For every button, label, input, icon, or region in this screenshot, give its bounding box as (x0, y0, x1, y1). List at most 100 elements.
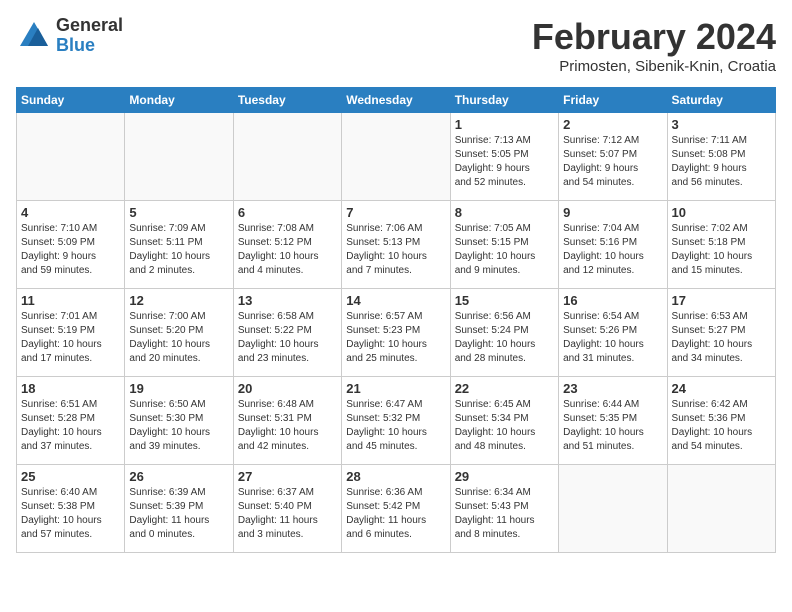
logo-text: General Blue (56, 16, 123, 56)
day-number: 28 (346, 469, 445, 484)
day-info: Sunrise: 7:06 AM Sunset: 5:13 PM Dayligh… (346, 222, 445, 278)
day-number: 16 (563, 293, 662, 308)
calendar-cell (17, 113, 125, 201)
day-info: Sunrise: 7:04 AM Sunset: 5:16 PM Dayligh… (563, 222, 662, 278)
calendar-cell: 22Sunrise: 6:45 AM Sunset: 5:34 PM Dayli… (450, 377, 558, 465)
calendar-cell: 16 Sunrise: 6:54 AM Sunset: 5:26 PM Dayli… (559, 289, 667, 377)
day-info: Sunrise: 7:00 AM Sunset: 5:20 PM Dayligh… (129, 310, 228, 366)
day-info: Sunrise: 7:11 AM Sunset: 5:08 PM Dayligh… (672, 134, 771, 190)
day-info: Sunrise: 7:08 AM Sunset: 5:12 PM Dayligh… (238, 222, 337, 278)
day-number: 12 (129, 293, 228, 308)
day-info: Sunrise: 6:50 AM Sunset: 5:30 PM Dayligh… (129, 398, 228, 454)
calendar-cell: 8 Sunrise: 7:05 AM Sunset: 5:15 PM Daylig… (450, 201, 558, 289)
header-cell-thursday: Thursday (450, 88, 558, 113)
header-cell-friday: Friday (559, 88, 667, 113)
day-number: 14 (346, 293, 445, 308)
day-info: Sunrise: 6:53 AM Sunset: 5:27 PM Dayligh… (672, 310, 771, 366)
day-number: 9 (563, 205, 662, 220)
day-number: 15 (455, 293, 554, 308)
calendar-cell: 13 Sunrise: 6:58 AM Sunset: 5:22 PM Dayli… (233, 289, 341, 377)
day-number: 1 (455, 117, 554, 132)
day-number: 22 (455, 381, 554, 396)
day-number: 24 (672, 381, 771, 396)
day-info: Sunrise: 6:56 AM Sunset: 5:24 PM Dayligh… (455, 310, 554, 366)
day-info: Sunrise: 6:48 AM Sunset: 5:31 PM Dayligh… (238, 398, 337, 454)
calendar-cell: 21 Sunrise: 6:47 AM Sunset: 5:32 PM Dayli… (342, 377, 450, 465)
calendar-cell: 12 Sunrise: 7:00 AM Sunset: 5:20 PM Dayli… (125, 289, 233, 377)
calendar-cell (667, 465, 775, 553)
day-number: 20 (238, 381, 337, 396)
header-cell-monday: Monday (125, 88, 233, 113)
calendar-header: SundayMondayTuesdayWednesdayThursdayFrid… (17, 88, 776, 113)
header-row: SundayMondayTuesdayWednesdayThursdayFrid… (17, 88, 776, 113)
day-info: Sunrise: 7:09 AM Sunset: 5:11 PM Dayligh… (129, 222, 228, 278)
calendar-cell (342, 113, 450, 201)
calendar-cell: 18 Sunrise: 6:51 AM Sunset: 5:28 PM Dayli… (17, 377, 125, 465)
day-info: Sunrise: 7:12 AM Sunset: 5:07 PM Dayligh… (563, 134, 662, 190)
day-number: 8 (455, 205, 554, 220)
calendar-cell: 7 Sunrise: 7:06 AM Sunset: 5:13 PM Daylig… (342, 201, 450, 289)
day-info: Sunrise: 7:01 AM Sunset: 5:19 PM Dayligh… (21, 310, 120, 366)
calendar-table: SundayMondayTuesdayWednesdayThursdayFrid… (16, 87, 776, 553)
calendar-cell: 15 Sunrise: 6:56 AM Sunset: 5:24 PM Dayli… (450, 289, 558, 377)
calendar-cell: 26Sunrise: 6:39 AM Sunset: 5:39 PM Dayli… (125, 465, 233, 553)
calendar-cell: 25 Sunrise: 6:40 AM Sunset: 5:38 PM Dayli… (17, 465, 125, 553)
day-info: Sunrise: 6:54 AM Sunset: 5:26 PM Dayligh… (563, 310, 662, 366)
calendar-cell: 24 Sunrise: 6:42 AM Sunset: 5:36 PM Dayli… (667, 377, 775, 465)
title-block: February 2024 Primosten, Sibenik-Knin, C… (532, 16, 776, 75)
day-number: 10 (672, 205, 771, 220)
calendar-cell: 11 Sunrise: 7:01 AM Sunset: 5:19 PM Dayli… (17, 289, 125, 377)
calendar-cell: 10 Sunrise: 7:02 AM Sunset: 5:18 PM Dayli… (667, 201, 775, 289)
day-number: 3 (672, 117, 771, 132)
header-cell-sunday: Sunday (17, 88, 125, 113)
week-row-1: 4Sunrise: 7:10 AM Sunset: 5:09 PM Daylig… (17, 201, 776, 289)
day-number: 4 (21, 205, 120, 220)
day-info: Sunrise: 6:44 AM Sunset: 5:35 PM Dayligh… (563, 398, 662, 454)
header-cell-wednesday: Wednesday (342, 88, 450, 113)
day-number: 13 (238, 293, 337, 308)
header-cell-saturday: Saturday (667, 88, 775, 113)
calendar-cell: 20 Sunrise: 6:48 AM Sunset: 5:31 PM Dayli… (233, 377, 341, 465)
day-number: 21 (346, 381, 445, 396)
day-number: 7 (346, 205, 445, 220)
calendar-cell: 6 Sunrise: 7:08 AM Sunset: 5:12 PM Daylig… (233, 201, 341, 289)
day-number: 19 (129, 381, 228, 396)
calendar-cell: 17Sunrise: 6:53 AM Sunset: 5:27 PM Dayli… (667, 289, 775, 377)
day-info: Sunrise: 6:42 AM Sunset: 5:36 PM Dayligh… (672, 398, 771, 454)
month-title: February 2024 (532, 16, 776, 58)
day-info: Sunrise: 7:02 AM Sunset: 5:18 PM Dayligh… (672, 222, 771, 278)
calendar-cell: 19 Sunrise: 6:50 AM Sunset: 5:30 PM Dayli… (125, 377, 233, 465)
day-number: 25 (21, 469, 120, 484)
logo-general-text: General (56, 16, 123, 36)
week-row-3: 18 Sunrise: 6:51 AM Sunset: 5:28 PM Dayli… (17, 377, 776, 465)
day-info: Sunrise: 6:36 AM Sunset: 5:42 PM Dayligh… (346, 486, 445, 542)
day-info: Sunrise: 6:37 AM Sunset: 5:40 PM Dayligh… (238, 486, 337, 542)
week-row-0: 1 Sunrise: 7:13 AM Sunset: 5:05 PM Daylig… (17, 113, 776, 201)
calendar-body: 1 Sunrise: 7:13 AM Sunset: 5:05 PM Daylig… (17, 113, 776, 553)
day-number: 27 (238, 469, 337, 484)
logo: General Blue (16, 16, 123, 56)
calendar-cell: 27 Sunrise: 6:37 AM Sunset: 5:40 PM Dayli… (233, 465, 341, 553)
calendar-cell: 2 Sunrise: 7:12 AM Sunset: 5:07 PM Daylig… (559, 113, 667, 201)
day-info: Sunrise: 7:05 AM Sunset: 5:15 PM Dayligh… (455, 222, 554, 278)
day-info: Sunrise: 6:51 AM Sunset: 5:28 PM Dayligh… (21, 398, 120, 454)
calendar-cell: 29Sunrise: 6:34 AM Sunset: 5:43 PM Dayli… (450, 465, 558, 553)
calendar-cell (559, 465, 667, 553)
day-info: Sunrise: 7:13 AM Sunset: 5:05 PM Dayligh… (455, 134, 554, 190)
location: Primosten, Sibenik-Knin, Croatia (532, 58, 776, 75)
calendar-cell (233, 113, 341, 201)
calendar-cell: 23Sunrise: 6:44 AM Sunset: 5:35 PM Dayli… (559, 377, 667, 465)
day-number: 2 (563, 117, 662, 132)
day-number: 18 (21, 381, 120, 396)
day-info: Sunrise: 6:58 AM Sunset: 5:22 PM Dayligh… (238, 310, 337, 366)
calendar-cell (125, 113, 233, 201)
week-row-4: 25 Sunrise: 6:40 AM Sunset: 5:38 PM Dayli… (17, 465, 776, 553)
day-info: Sunrise: 6:40 AM Sunset: 5:38 PM Dayligh… (21, 486, 120, 542)
day-info: Sunrise: 6:47 AM Sunset: 5:32 PM Dayligh… (346, 398, 445, 454)
day-info: Sunrise: 6:39 AM Sunset: 5:39 PM Dayligh… (129, 486, 228, 542)
calendar-cell: 14Sunrise: 6:57 AM Sunset: 5:23 PM Dayli… (342, 289, 450, 377)
day-number: 11 (21, 293, 120, 308)
logo-icon (16, 18, 52, 54)
week-row-2: 11 Sunrise: 7:01 AM Sunset: 5:19 PM Dayli… (17, 289, 776, 377)
day-number: 6 (238, 205, 337, 220)
